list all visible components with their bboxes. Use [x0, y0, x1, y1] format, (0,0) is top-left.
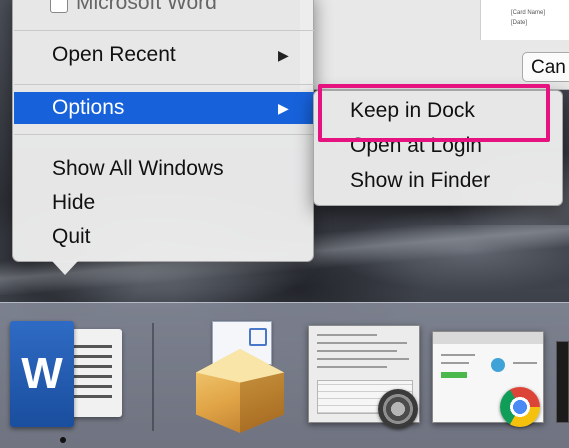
thumbnail-text-line: [317, 334, 377, 336]
menu-item-app-title[interactable]: Microsoft Word: [14, 0, 314, 19]
dock-divider: [152, 323, 154, 431]
submenu-arrow-icon: ▶: [278, 100, 289, 116]
document-page-preview: [Card Name] [Date]: [480, 0, 569, 40]
stamp-icon: [249, 328, 267, 346]
submenu-item-show-in-finder[interactable]: Show in Finder: [350, 168, 490, 194]
document-text-date: [Date]: [511, 20, 528, 26]
window-thumbnail-partial[interactable]: [556, 341, 569, 423]
dock-context-menu: Microsoft Word Open Recent ▶ Options ▶ S…: [12, 0, 314, 262]
word-letter-badge: W: [10, 321, 74, 427]
dock: W: [0, 302, 569, 448]
menu-item-show-all-windows[interactable]: Show All Windows: [14, 153, 314, 185]
menu-item-label: Options: [52, 96, 125, 119]
browser-toolbar: [433, 332, 543, 344]
progress-bar: [441, 372, 467, 378]
submenu-arrow-icon: ▶: [278, 47, 289, 63]
menu-separator: [14, 134, 314, 135]
thumbnail-text-line: [441, 354, 475, 356]
menu-item-options[interactable]: Options ▶: [14, 92, 314, 124]
background-document-window: [Card Name] [Date] Can: [300, 0, 569, 90]
thumbnail-text-line: [317, 350, 397, 352]
menu-item-label: Open Recent: [52, 43, 176, 66]
gear-icon: [378, 389, 418, 429]
menu-item-quit[interactable]: Quit: [14, 221, 314, 253]
package-installer-icon[interactable]: [188, 321, 292, 433]
thumbnail-text-line: [513, 362, 537, 364]
chrome-icon: [500, 387, 540, 427]
thumbnail-text-line: [317, 342, 407, 344]
menu-separator: [14, 84, 314, 85]
menu-pointer-arrow: [52, 261, 78, 275]
thumbnail-text-line: [441, 362, 469, 364]
cancel-button[interactable]: Can: [522, 52, 569, 82]
menu-item-hide[interactable]: Hide: [14, 187, 314, 219]
menu-item-label: Microsoft Word: [76, 0, 217, 14]
document-text-card-name: [Card Name]: [511, 10, 546, 16]
menu-item-open-recent[interactable]: Open Recent ▶: [14, 39, 314, 71]
running-indicator-dot: [60, 437, 66, 443]
thumbnail-text-line: [317, 366, 387, 368]
thumbnail-text-line: [317, 358, 409, 360]
checkbox-icon: [50, 0, 68, 13]
word-icon[interactable]: W: [8, 319, 128, 427]
callout-highlight-box: [318, 84, 550, 142]
globe-icon: [491, 358, 505, 372]
menu-separator: [14, 30, 314, 31]
